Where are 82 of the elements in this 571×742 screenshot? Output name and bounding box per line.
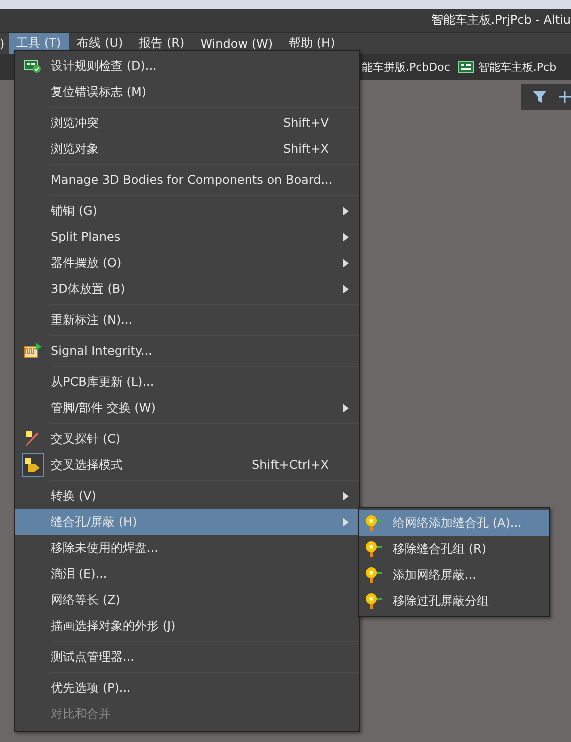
menu-item-label: 优先选项 (P)... — [51, 680, 132, 696]
menu-item[interactable]: 浏览冲突 Shift+V — [15, 110, 359, 136]
menu-bar-item[interactable]: 布线 (U) — [69, 33, 132, 54]
menu-item[interactable]: 交叉选择模式 Shift+Ctrl+X — [15, 452, 359, 478]
menu-bar-item[interactable]: 帮助 (H) — [281, 33, 344, 54]
menu-item-label: 添加网络屏蔽... — [393, 566, 478, 584]
menu-item[interactable]: 添加网络屏蔽... — [359, 562, 549, 588]
window-title: 智能车主板.PrjPcb - Altiu — [431, 12, 571, 29]
submenu-arrow-icon — [343, 404, 349, 412]
menu-item-label: Manage 3D Bodies for Components on Board... — [51, 173, 334, 187]
submenu-arrow-icon — [343, 492, 349, 500]
menu-item-label: 测试点管理器... — [51, 648, 136, 666]
menu-item[interactable]: 铺铜 (G) — [15, 198, 359, 224]
circuit-board-icon — [458, 61, 474, 73]
menu-item[interactable]: 复位错误标志 (M) — [15, 79, 359, 105]
document-tab[interactable]: 能车拼版.PcbDoc — [362, 60, 450, 74]
menu-item[interactable]: 滴泪 (E)... — [15, 561, 359, 587]
menu-item-label: 重新标注 (N)... — [51, 312, 134, 328]
menu-bar-item[interactable]: ) — [0, 33, 9, 54]
menu-item-label: 给网络添加缝合孔 (A)... — [393, 514, 523, 532]
menu-item-label: 对比和合并 — [51, 706, 112, 722]
menu-item-label: 移除未使用的焊盘... — [51, 540, 160, 556]
menu-item[interactable]: 移除未使用的焊盘... — [15, 535, 359, 561]
menu-item-label: 从PCB库更新 (L)... — [51, 374, 156, 390]
menu-item[interactable]: 测试点管理器... — [15, 644, 359, 670]
document-tab[interactable]: 智能车主板.Pcb — [458, 60, 557, 74]
menu-item-label: 网络等长 (Z) — [51, 592, 122, 608]
menu-item-label: 描画选择对象的外形 (J) — [51, 618, 177, 634]
menu-item[interactable]: 从PCB库更新 (L)... — [15, 369, 359, 395]
shortcut-text: Shift+Ctrl+X — [252, 458, 329, 472]
submenu-arrow-icon — [343, 206, 349, 216]
menu-item-label: 移除过孔屏蔽分组 — [393, 592, 490, 610]
menu-item-label: 浏览冲突 — [51, 114, 100, 132]
shortcut-text: Shift+V — [283, 116, 329, 130]
menu-item-label: 器件摆放 (O) — [51, 254, 123, 272]
menu-item-label: 交叉探针 (C) — [51, 430, 122, 448]
menu-item-label: 滴泪 (E)... — [51, 566, 108, 582]
submenu-arrow-icon — [343, 518, 349, 526]
menu-item[interactable]: 管脚/部件 交换 (W) — [15, 395, 359, 421]
probe-pen-icon — [24, 430, 42, 448]
menu-item-label: 转换 (V) — [51, 488, 98, 504]
menu-bar-item[interactable]: Window (W) — [192, 33, 282, 54]
menu-item[interactable]: Signal Integrity... — [15, 338, 359, 364]
menu-item-label: 铺铜 (G) — [51, 202, 98, 220]
menu-item[interactable]: 浏览对象 Shift+X — [15, 136, 359, 162]
via-icon — [365, 540, 383, 558]
menu-item[interactable]: 3D体放置 (B) — [15, 276, 359, 302]
menu-item-label: 交叉选择模式 — [51, 456, 124, 474]
submenu-arrow-icon — [343, 258, 349, 268]
menu-item-label: 复位错误标志 (M) — [51, 84, 148, 100]
menu-item[interactable]: 转换 (V) — [15, 483, 359, 509]
menu-item[interactable]: 移除过孔屏蔽分组 — [359, 588, 549, 614]
submenu-arrow-icon — [343, 284, 349, 294]
menu-item-label: 管脚/部件 交换 (W) — [51, 400, 157, 416]
menu-item[interactable]: 设计规则检查 (D)... — [15, 53, 359, 79]
menu-item-label: Split Planes — [51, 230, 122, 244]
menu-bar-item[interactable]: 报告 (R) — [131, 33, 193, 54]
via-icon — [365, 514, 383, 532]
menu-item[interactable]: 器件摆放 (O) — [15, 250, 359, 276]
menu-item[interactable]: 移除缝合孔组 (R) — [359, 536, 549, 562]
waveform-icon — [24, 343, 42, 359]
add-icon[interactable] — [559, 90, 571, 104]
menu-item-label: 移除缝合孔组 (R) — [393, 540, 488, 558]
menu-item[interactable]: 网络等长 (Z) — [15, 587, 359, 613]
shortcut-text: Shift+X — [283, 142, 329, 156]
cross-select-icon — [24, 457, 42, 473]
via-icon — [365, 592, 383, 610]
menu-item-label: 缝合孔/屏蔽 (H) — [51, 514, 138, 530]
menu-item[interactable]: 优先选项 (P)... — [15, 675, 359, 701]
submenu-arrow-icon — [343, 232, 349, 242]
board-check-icon — [24, 59, 42, 73]
menu-item-label: 3D体放置 (B) — [51, 280, 126, 298]
menu-item[interactable]: 描画选择对象的外形 (J) — [15, 613, 359, 639]
menu-item[interactable]: Split Planes — [15, 224, 359, 250]
via-icon — [365, 566, 383, 584]
menu-item[interactable]: Manage 3D Bodies for Components on Board... — [15, 167, 359, 193]
menu-item[interactable]: 重新标注 (N)... — [15, 307, 359, 333]
filter-icon[interactable] — [531, 90, 549, 104]
menu-item[interactable]: 交叉探针 (C) — [15, 426, 359, 452]
menu-item-label: 浏览对象 — [51, 140, 100, 158]
menu-item-label: 设计规则检查 (D)... — [51, 58, 158, 74]
menu-item-label: Signal Integrity... — [51, 344, 154, 358]
